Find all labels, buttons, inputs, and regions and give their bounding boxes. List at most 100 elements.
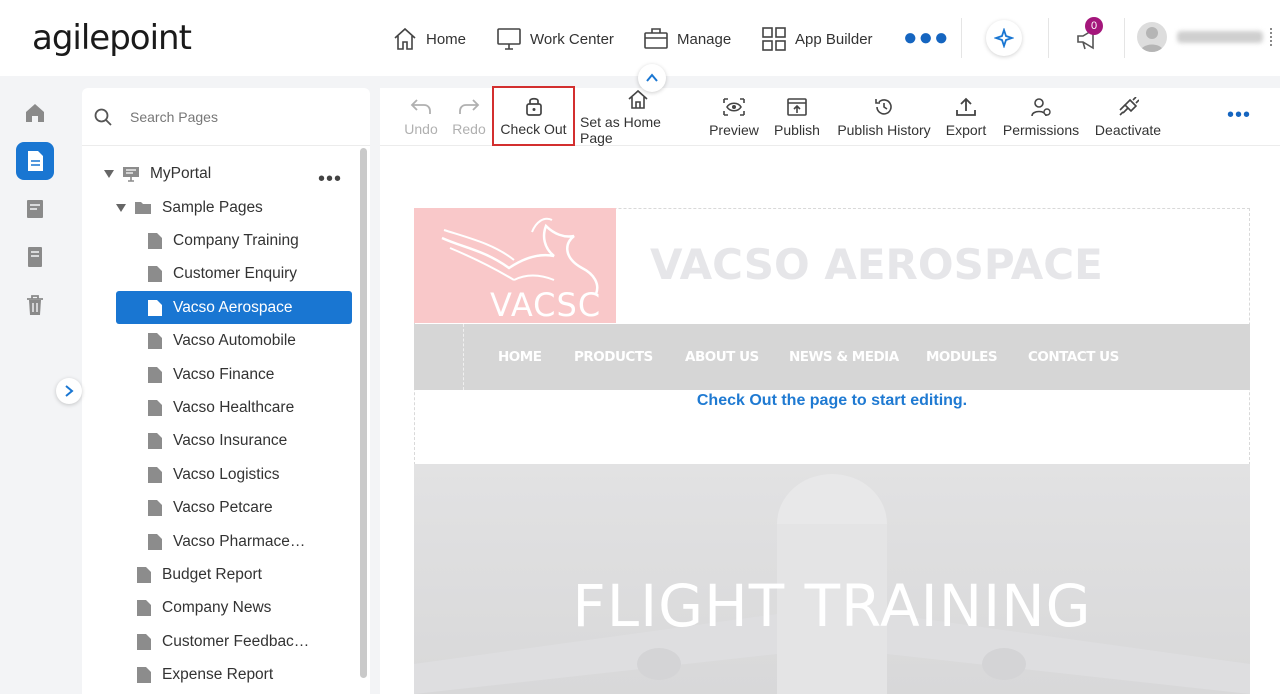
unplug-icon (1119, 96, 1139, 116)
home-icon (628, 89, 648, 109)
page-icon (148, 265, 162, 282)
portal-monitor-icon (123, 166, 139, 182)
nav-manage[interactable]: Manage (643, 26, 731, 52)
preview-menu-home: HOME (498, 349, 542, 365)
tree-item-expense-report[interactable]: Expense Report (136, 658, 273, 691)
page-icon (148, 466, 162, 483)
tree-item-vacso-logistics[interactable]: Vacso Logistics (147, 458, 280, 491)
agilepoint-logo[interactable]: agilepoint (32, 18, 192, 58)
tree-item-label: Sample Pages (162, 198, 263, 216)
divider (1048, 18, 1049, 58)
tree-item-label: Expense Report (162, 665, 274, 683)
chevron-up-icon (646, 73, 658, 82)
document-edit-icon (27, 200, 43, 218)
page-icon (148, 499, 162, 516)
page-icon (148, 533, 162, 550)
user-permission-icon (1031, 97, 1051, 116)
tree-item-label: MyPortal (150, 164, 212, 182)
search-input[interactable] (128, 104, 348, 130)
toolbar-more-icon[interactable]: ••• (1227, 105, 1251, 125)
undo-icon (410, 98, 431, 114)
tree-item-myportal[interactable]: MyPortal (104, 157, 211, 190)
rail-templates-button[interactable] (16, 190, 54, 228)
caret-down-icon[interactable] (116, 203, 126, 212)
tree-item-label: Vacso Automobile (173, 331, 296, 349)
vacso-logo-text: VACSC (490, 286, 602, 323)
divider (961, 18, 962, 58)
publish-button[interactable]: Publish (773, 88, 821, 146)
tree-item-label: Vacso Petcare (173, 498, 273, 516)
tree-item-customer-feedback[interactable]: Customer Feedbac… (136, 625, 309, 658)
publish-icon (787, 97, 807, 116)
lock-icon (525, 97, 542, 116)
tree-item-vacso-finance[interactable]: Vacso Finance (147, 358, 274, 391)
tree-item-label: Company News (162, 598, 272, 616)
nav-work-center-label: Work Center (530, 30, 614, 48)
divider (1124, 18, 1125, 58)
tree-scrollbar[interactable] (360, 148, 367, 678)
permissions-button[interactable]: Permissions (1002, 88, 1080, 146)
deactivate-button[interactable]: Deactivate (1094, 88, 1162, 146)
tree-item-vacso-insurance[interactable]: Vacso Insurance (147, 424, 287, 457)
tree-item-vacso-healthcare[interactable]: Vacso Healthcare (147, 391, 294, 424)
page-icon (148, 299, 162, 316)
page-icon (137, 566, 151, 583)
agilepoint-app-icon[interactable] (986, 20, 1022, 56)
tree-item-sample-pages[interactable]: Sample Pages (116, 191, 263, 224)
search-bar (82, 88, 370, 146)
nav-home-label: Home (426, 30, 467, 48)
preview-menu-products: PRODUCTS (574, 349, 653, 365)
page-icon (148, 432, 162, 449)
tree-item-label: Customer Feedbac… (162, 632, 310, 650)
grid-icon (762, 27, 786, 51)
page-toolbar: Undo Redo Check Out Set as Home Page Pre… (380, 86, 1280, 146)
chevron-right-icon (65, 385, 74, 397)
monitor-icon (497, 28, 521, 50)
tree-item-label: Vacso Pharmace… (173, 532, 306, 550)
tree-item-budget-report[interactable]: Budget Report (136, 558, 262, 591)
page-icon (148, 399, 162, 416)
tree-item-label: Budget Report (162, 565, 262, 583)
check-out-button[interactable]: Check Out (492, 86, 575, 146)
page-icon (137, 666, 151, 683)
nav-home[interactable]: Home (392, 26, 466, 52)
tree-item-vacso-petcare[interactable]: Vacso Petcare (147, 491, 273, 524)
eye-icon (723, 97, 745, 116)
tree-item-customer-enquiry[interactable]: Customer Enquiry (147, 257, 297, 290)
nav-work-center[interactable]: Work Center (496, 26, 614, 52)
tree-item-vacso-aerospace[interactable]: Vacso Aerospace (116, 291, 352, 324)
avatar[interactable] (1137, 22, 1167, 52)
preview-button[interactable]: Preview (708, 88, 760, 146)
set-as-home-page-button[interactable]: Set as Home Page (580, 88, 696, 146)
page-icon (148, 332, 162, 349)
checkout-message: Check Out the page to start editing. (696, 392, 968, 409)
nav-more-icon[interactable]: ●●● (903, 26, 950, 50)
redo-icon (459, 98, 480, 114)
user-menu-icon[interactable] (1270, 28, 1272, 46)
page-icon (148, 366, 162, 383)
export-button[interactable]: Export (945, 88, 987, 146)
tree-item-company-training[interactable]: Company Training (147, 224, 299, 257)
briefcase-icon (644, 28, 668, 49)
rail-home-button[interactable] (16, 94, 54, 132)
user-name-blurred[interactable] (1177, 31, 1263, 43)
rail-trash-button[interactable] (16, 286, 54, 324)
collapse-header-button[interactable] (638, 64, 666, 92)
nav-manage-label: Manage (677, 30, 732, 48)
redo-button[interactable]: Redo (450, 88, 488, 146)
tree-item-company-news[interactable]: Company News (136, 591, 271, 624)
notification-badge: 0 (1085, 17, 1103, 35)
rail-library-button[interactable] (16, 238, 54, 276)
tree-item-vacso-automobile[interactable]: Vacso Automobile (147, 324, 296, 357)
rail-pages-button[interactable] (16, 142, 54, 180)
search-icon (94, 108, 112, 126)
tree-item-vacso-pharmace[interactable]: Vacso Pharmace… (147, 525, 305, 558)
myportal-more-icon[interactable]: ••• (318, 169, 342, 189)
expand-rail-button[interactable] (56, 378, 82, 404)
nav-app-builder[interactable]: App Builder (761, 26, 873, 52)
caret-down-icon[interactable] (104, 169, 114, 178)
brand-title: VACSO AEROSPACE (650, 240, 1103, 289)
publish-history-button[interactable]: Publish History (836, 88, 932, 146)
undo-button[interactable]: Undo (400, 88, 442, 146)
trash-icon (27, 295, 43, 315)
